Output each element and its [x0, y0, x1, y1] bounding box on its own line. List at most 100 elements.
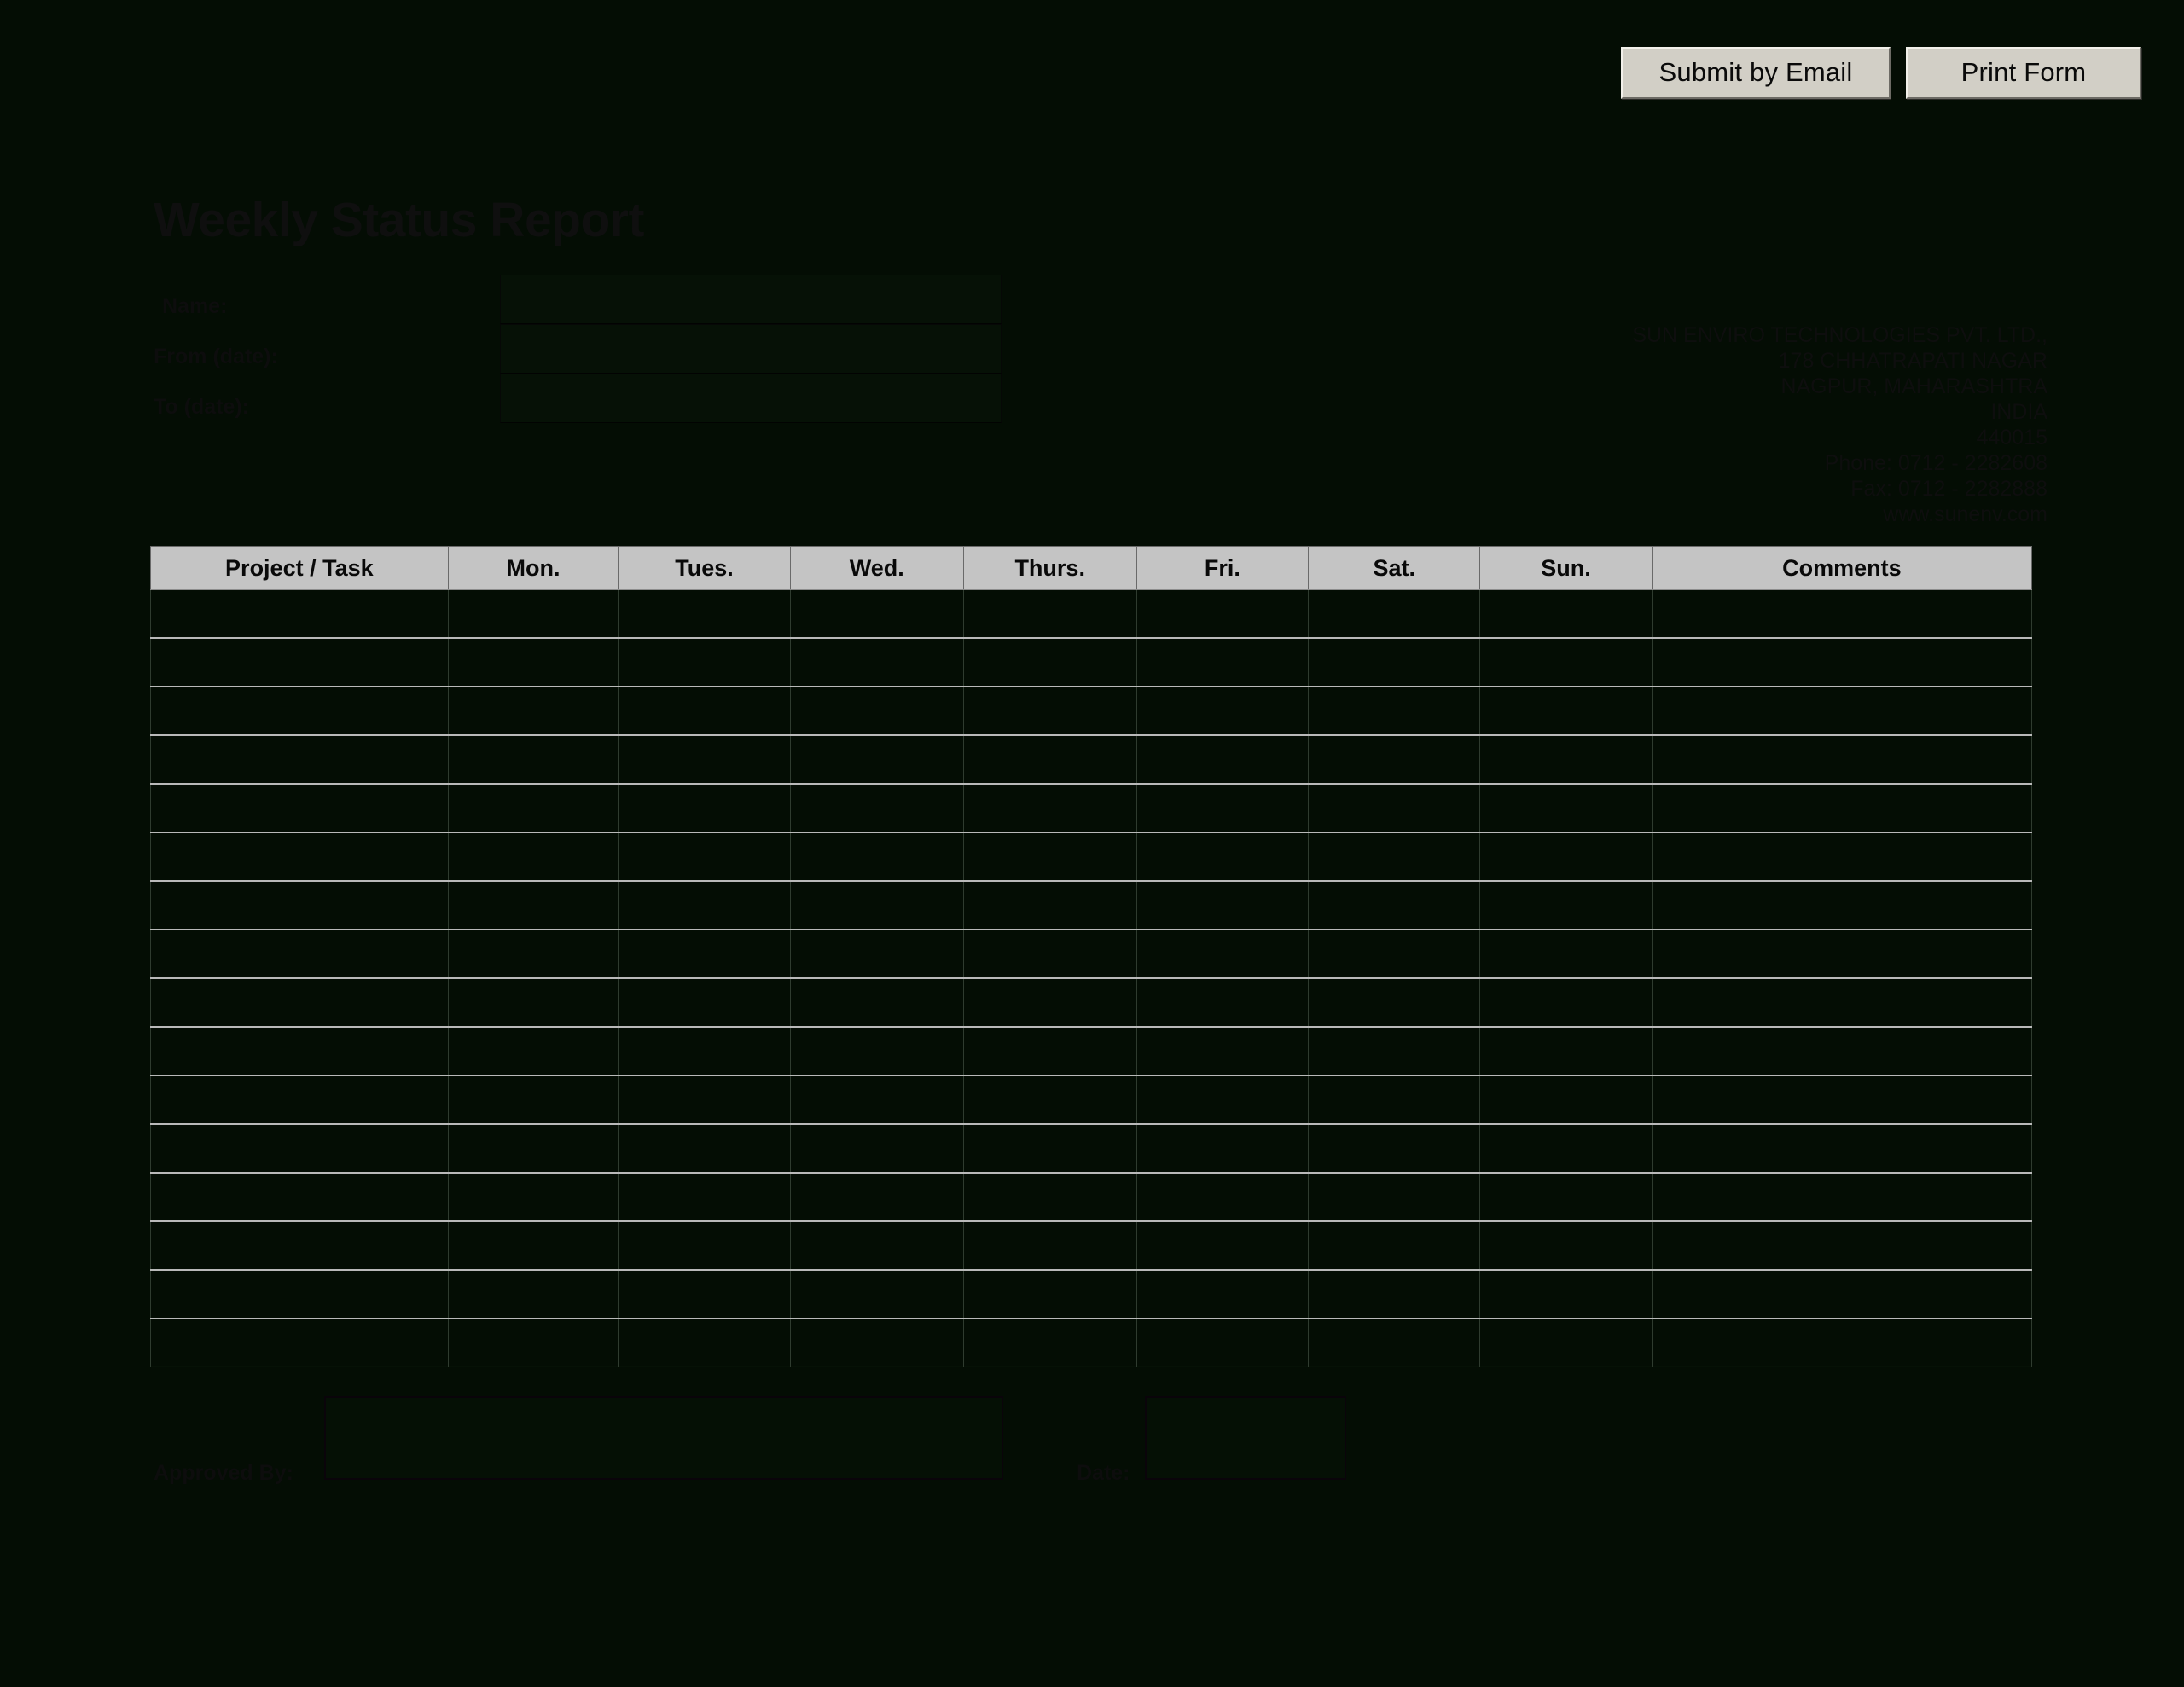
table-cell[interactable] — [1136, 930, 1310, 979]
cell-input[interactable] — [963, 590, 1136, 637]
cell-input[interactable] — [1652, 1319, 2031, 1366]
cell-input[interactable] — [619, 1222, 790, 1269]
table-cell[interactable] — [447, 1173, 619, 1222]
table-cell[interactable] — [789, 784, 964, 833]
cell-input[interactable] — [1309, 1174, 1480, 1220]
cell-input[interactable] — [151, 736, 448, 783]
table-cell[interactable] — [1479, 687, 1653, 736]
cell-input[interactable] — [1136, 833, 1309, 880]
cell-input[interactable] — [619, 590, 790, 637]
table-cell[interactable] — [1479, 735, 1653, 785]
cell-input[interactable] — [963, 979, 1136, 1026]
cell-input[interactable] — [1309, 639, 1480, 686]
cell-input[interactable] — [1480, 833, 1652, 880]
table-cell[interactable] — [150, 687, 449, 736]
table-cell[interactable] — [1651, 1027, 2033, 1076]
cell-input[interactable] — [151, 1076, 448, 1123]
table-cell[interactable] — [789, 1124, 964, 1174]
table-cell[interactable] — [618, 1075, 791, 1125]
table-cell[interactable] — [962, 784, 1137, 833]
table-cell[interactable] — [789, 735, 964, 785]
cell-input[interactable] — [1136, 979, 1309, 1026]
cell-input[interactable] — [151, 833, 448, 880]
table-cell[interactable] — [1308, 1270, 1481, 1319]
cell-input[interactable] — [1309, 687, 1480, 734]
cell-input[interactable] — [619, 687, 790, 734]
table-cell[interactable] — [1479, 1221, 1653, 1271]
table-cell[interactable] — [447, 1027, 619, 1076]
table-cell[interactable] — [1479, 1270, 1653, 1319]
table-cell[interactable] — [618, 784, 791, 833]
table-cell[interactable] — [1651, 1075, 2033, 1125]
table-cell[interactable] — [447, 638, 619, 687]
cell-input[interactable] — [151, 1174, 448, 1220]
cell-input[interactable] — [448, 882, 619, 929]
cell-input[interactable] — [448, 833, 619, 880]
table-cell[interactable] — [962, 1319, 1137, 1367]
table-cell[interactable] — [789, 930, 964, 979]
cell-input[interactable] — [448, 1271, 619, 1318]
cell-input[interactable] — [790, 1076, 963, 1123]
table-cell[interactable] — [447, 1075, 619, 1125]
table-cell[interactable] — [962, 1270, 1137, 1319]
table-cell[interactable] — [618, 1124, 791, 1174]
table-cell[interactable] — [447, 1124, 619, 1174]
table-cell[interactable] — [447, 832, 619, 882]
cell-input[interactable] — [619, 1271, 790, 1318]
table-cell[interactable] — [1308, 589, 1481, 639]
table-cell[interactable] — [962, 1173, 1137, 1222]
table-cell[interactable] — [1479, 638, 1653, 687]
cell-input[interactable] — [619, 1174, 790, 1220]
cell-input[interactable] — [790, 930, 963, 977]
table-cell[interactable] — [962, 978, 1137, 1028]
table-cell[interactable] — [1308, 1027, 1481, 1076]
table-cell[interactable] — [1651, 784, 2033, 833]
table-cell[interactable] — [618, 1173, 791, 1222]
cell-input[interactable] — [1480, 785, 1652, 832]
cell-input[interactable] — [790, 833, 963, 880]
cell-input[interactable] — [151, 1319, 448, 1366]
table-cell[interactable] — [962, 1075, 1137, 1125]
table-cell[interactable] — [962, 832, 1137, 882]
table-cell[interactable] — [150, 1124, 449, 1174]
cell-input[interactable] — [1480, 979, 1652, 1026]
cell-input[interactable] — [1136, 882, 1309, 929]
table-cell[interactable] — [789, 1173, 964, 1222]
cell-input[interactable] — [151, 1125, 448, 1172]
cell-input[interactable] — [151, 785, 448, 832]
cell-input[interactable] — [790, 1125, 963, 1172]
cell-input[interactable] — [619, 979, 790, 1026]
table-cell[interactable] — [1308, 687, 1481, 736]
table-cell[interactable] — [447, 1221, 619, 1271]
cell-input[interactable] — [1652, 736, 2031, 783]
cell-input[interactable] — [1480, 882, 1652, 929]
cell-input[interactable] — [790, 882, 963, 929]
table-cell[interactable] — [150, 1027, 449, 1076]
table-cell[interactable] — [962, 589, 1137, 639]
print-form-button[interactable]: Print Form — [1906, 47, 2141, 99]
table-cell[interactable] — [1479, 1124, 1653, 1174]
table-cell[interactable] — [618, 881, 791, 930]
table-cell[interactable] — [150, 638, 449, 687]
cell-input[interactable] — [1136, 1222, 1309, 1269]
table-cell[interactable] — [962, 687, 1137, 736]
table-cell[interactable] — [1136, 1319, 1310, 1367]
cell-input[interactable] — [1480, 930, 1652, 977]
table-cell[interactable] — [1136, 1221, 1310, 1271]
table-cell[interactable] — [1308, 1221, 1481, 1271]
cell-input[interactable] — [448, 979, 619, 1026]
table-cell[interactable] — [962, 881, 1137, 930]
table-cell[interactable] — [618, 1027, 791, 1076]
cell-input[interactable] — [963, 1222, 1136, 1269]
table-cell[interactable] — [1308, 832, 1481, 882]
cell-input[interactable] — [1136, 1125, 1309, 1172]
cell-input[interactable] — [790, 736, 963, 783]
cell-input[interactable] — [790, 1028, 963, 1075]
table-cell[interactable] — [1136, 589, 1310, 639]
cell-input[interactable] — [448, 1125, 619, 1172]
table-cell[interactable] — [962, 1027, 1137, 1076]
cell-input[interactable] — [151, 687, 448, 734]
cell-input[interactable] — [1652, 687, 2031, 734]
table-cell[interactable] — [1308, 1124, 1481, 1174]
table-cell[interactable] — [1651, 832, 2033, 882]
